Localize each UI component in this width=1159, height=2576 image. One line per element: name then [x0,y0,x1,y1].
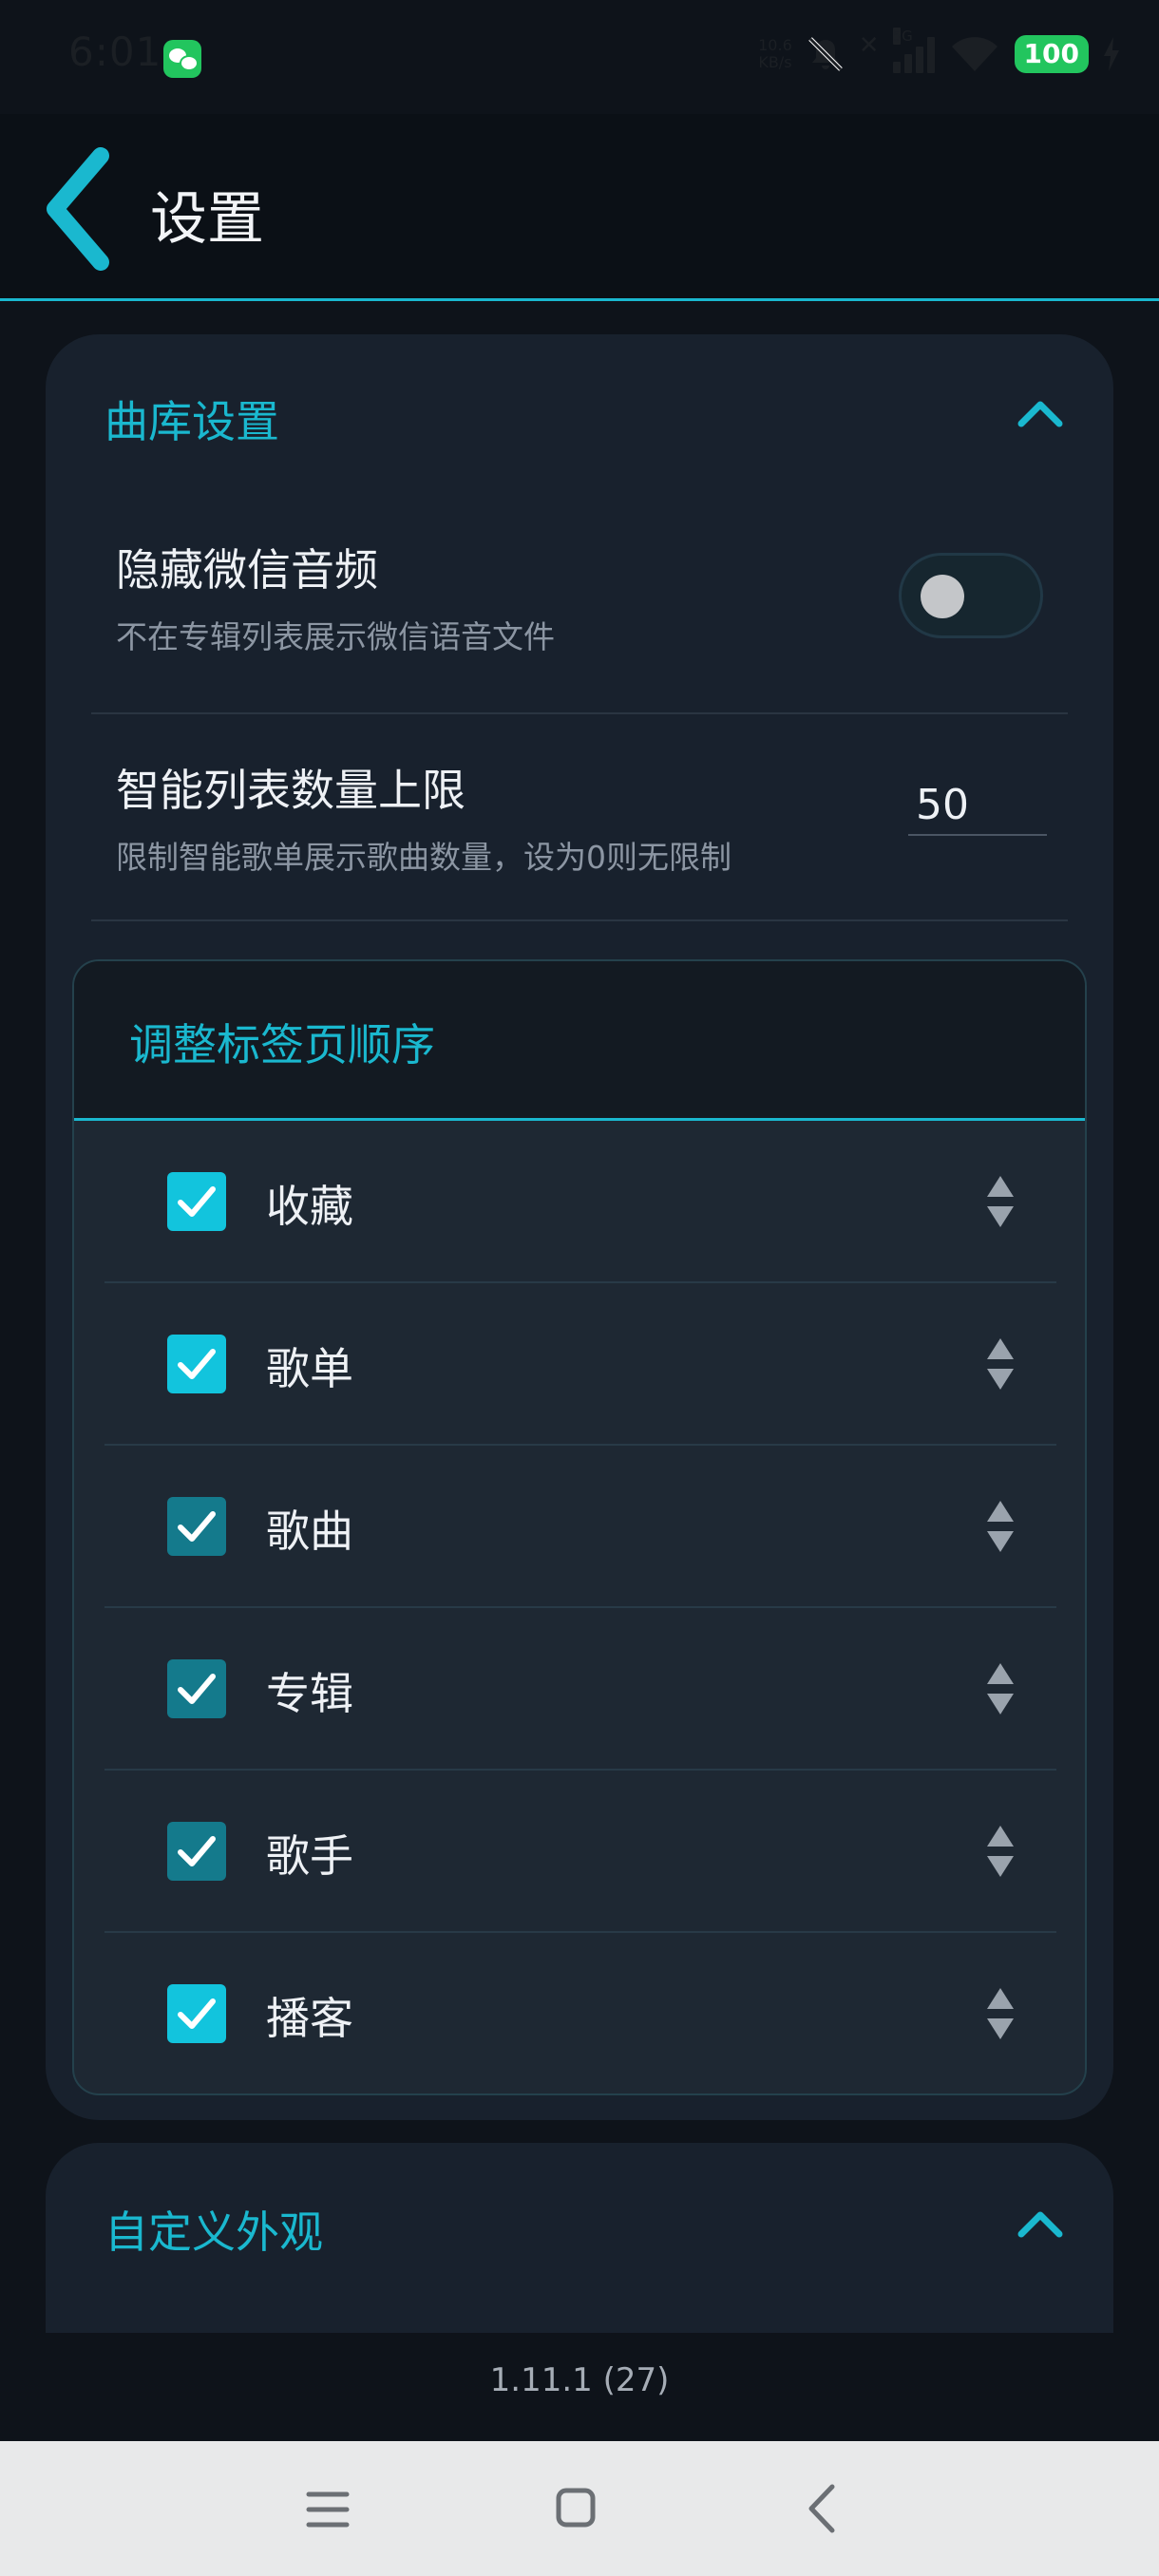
library-settings-title[interactable]: 曲库设置 [104,388,279,450]
header-divider [0,298,1159,301]
hide-wechat-audio-title: 隐藏微信音频 [116,544,378,596]
status-time: 6:01 [68,28,162,75]
tab-order-panel: 调整标签页顺序 收藏 歌单 歌曲 专辑 歌手 播客 [72,959,1087,2095]
page-title: 设置 [150,186,264,253]
network-speed-unit: KB/s [758,53,792,71]
tab-checkbox[interactable] [167,1984,226,2043]
app-version: 1.11.1 (27) [489,2361,670,2399]
back-icon[interactable] [806,2483,838,2534]
divider [91,712,1068,714]
tab-order-row[interactable]: 专辑 [74,1608,1085,1771]
network-speed-value: 10.6 [758,36,792,54]
recent-apps-icon[interactable] [306,2489,350,2530]
check-icon [178,1674,216,1704]
system-nav-bar [0,2441,1159,2576]
back-arrow-icon[interactable] [38,142,124,275]
tab-order-row[interactable]: 歌单 [74,1283,1085,1446]
check-icon [178,1349,216,1379]
drag-handle-icon[interactable] [986,1824,1015,1879]
appearance-title[interactable]: 自定义外观 [104,2198,323,2261]
cellular-signal-icon: 5G [892,28,935,73]
battery-indicator: 100 [1014,35,1089,73]
drag-handle-icon[interactable] [986,1174,1015,1229]
tab-order-header: 调整标签页顺序 [74,961,1085,1121]
tab-checkbox[interactable] [167,1497,226,1556]
divider [91,919,1068,921]
check-icon [178,1836,216,1866]
mute-bell-icon [808,37,843,71]
no-sim-icon: ✕ [858,31,880,60]
tab-label: 歌手 [266,1830,353,1882]
tab-order-row[interactable]: 收藏 [74,1121,1085,1283]
check-icon [178,1998,216,2029]
tab-label: 歌曲 [266,1506,353,1557]
tab-order-row[interactable]: 播客 [74,1933,1085,2093]
tab-checkbox[interactable] [167,1172,226,1231]
smart-list-limit-input[interactable]: 50 [908,779,1047,836]
smart-list-limit-description: 限制智能歌单展示歌曲数量，设为0则无限制 [116,839,732,876]
tab-label: 收藏 [266,1181,353,1232]
network-speed: 10.6 KB/s [758,37,792,71]
drag-handle-icon[interactable] [986,1661,1015,1716]
tab-order-row[interactable]: 歌手 [74,1771,1085,1933]
status-icons: 10.6 KB/s ✕ 5G 100 [758,28,1121,74]
check-icon [178,1511,216,1542]
wifi-icon [951,37,998,71]
wechat-notification-icon [163,40,201,78]
smart-list-limit-title: 智能列表数量上限 [116,765,466,816]
hide-wechat-audio-toggle[interactable] [899,553,1043,638]
tab-label: 歌单 [266,1343,353,1394]
chevron-up-icon[interactable] [1016,397,1064,429]
drag-handle-icon[interactable] [986,1336,1015,1392]
home-icon[interactable] [555,2487,597,2529]
status-bar: 6:01 10.6 KB/s ✕ 5G 100 [0,0,1159,114]
toggle-knob [921,575,964,618]
tab-label: 播客 [266,1993,353,2044]
chevron-up-icon[interactable] [1016,2207,1064,2240]
drag-handle-icon[interactable] [986,1499,1015,1554]
app-header: 设置 [0,114,1159,298]
drag-handle-icon[interactable] [986,1986,1015,2041]
appearance-card: 自定义外观 [46,2143,1113,2333]
tab-checkbox[interactable] [167,1659,226,1718]
check-icon [178,1186,216,1217]
hide-wechat-audio-description: 不在专辑列表展示微信语音文件 [116,618,555,655]
charging-icon [1104,37,1119,71]
network-type: 5G [892,28,913,45]
tab-checkbox[interactable] [167,1822,226,1881]
tab-order-row[interactable]: 歌曲 [74,1446,1085,1608]
library-settings-card: 曲库设置 隐藏微信音频 不在专辑列表展示微信语音文件 智能列表数量上限 限制智能… [46,334,1113,2120]
tab-order-title: 调整标签页顺序 [129,1019,435,1070]
tab-label: 专辑 [266,1668,353,1719]
tab-checkbox[interactable] [167,1335,226,1393]
